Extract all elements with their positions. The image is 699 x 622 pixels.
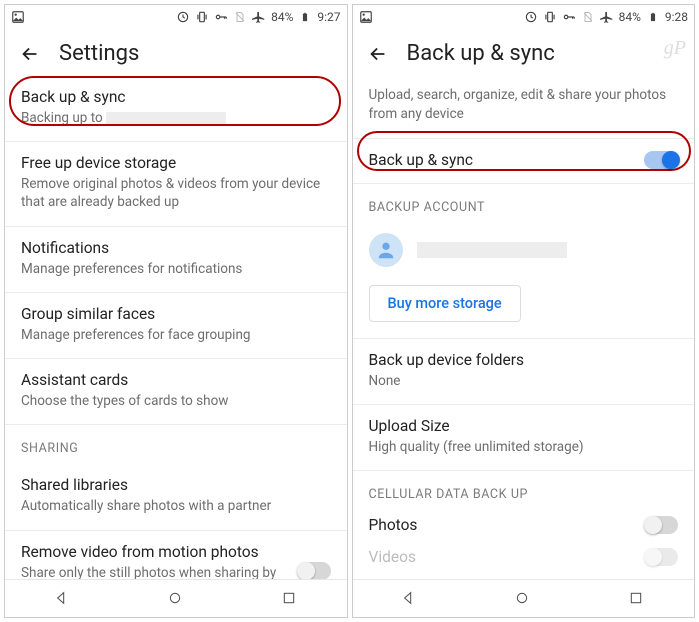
- row-title: Group similar faces: [21, 305, 331, 323]
- airplane-icon: [600, 10, 614, 24]
- no-sim-icon: [233, 10, 247, 24]
- clock-time: 9:27: [317, 10, 340, 24]
- row-title: Back up device folders: [369, 351, 679, 369]
- row-subtitle: Manage preferences for notifications: [21, 260, 331, 278]
- row-subtitle: Backing up to: [21, 109, 331, 127]
- row-title: Notifications: [21, 239, 331, 257]
- nav-home-icon[interactable]: [167, 590, 185, 608]
- row-title: Assistant cards: [21, 371, 331, 389]
- image-icon: [11, 10, 25, 24]
- buy-more-storage-button[interactable]: Buy more storage: [369, 285, 521, 322]
- row-notifications[interactable]: Notifications Manage preferences for not…: [5, 227, 347, 293]
- phone-left: 84% 9:27 Settings Back up & sync Backing…: [4, 4, 348, 618]
- row-subtitle: Share only the still photos when sharing…: [21, 564, 285, 579]
- section-cellular: CELLULAR DATA BACK UP: [353, 471, 695, 510]
- settings-list: Back up & sync Backing up to Free up dev…: [5, 76, 347, 579]
- backup-sync-content: Upload, search, organize, edit & share y…: [353, 76, 695, 579]
- row-subtitle: Remove original photos & videos from you…: [21, 175, 331, 211]
- nav-back-icon[interactable]: [53, 590, 71, 608]
- row-subtitle: None: [369, 372, 679, 390]
- phone-right: gP 84% 9:28 Back up & sync Upload, searc…: [352, 4, 696, 618]
- status-bar: 84% 9:27: [5, 5, 347, 29]
- back-arrow-icon[interactable]: [19, 43, 41, 65]
- row-cellular-photos[interactable]: Photos: [353, 510, 695, 544]
- row-subtitle: Choose the types of cards to show: [21, 392, 331, 410]
- row-device-folders[interactable]: Back up device folders None: [353, 339, 695, 405]
- row-title: Free up device storage: [21, 154, 331, 172]
- row-subtitle: Manage preferences for face grouping: [21, 326, 331, 344]
- row-subtitle: Automatically share photos with a partne…: [21, 497, 331, 515]
- row-backup-toggle[interactable]: Back up & sync: [353, 139, 695, 184]
- backup-prefix: Backing up to: [21, 110, 103, 126]
- app-bar: Back up & sync: [353, 29, 695, 76]
- vibrate-icon: [195, 10, 209, 24]
- toggle-cellular-photos[interactable]: [644, 516, 678, 534]
- row-shared-libraries[interactable]: Shared libraries Automatically share pho…: [5, 464, 347, 530]
- avatar: [369, 233, 403, 267]
- row-title: Shared libraries: [21, 476, 331, 494]
- nav-back-icon[interactable]: [400, 590, 418, 608]
- redacted-account: [106, 112, 226, 125]
- photos-label: Photos: [369, 516, 418, 534]
- battery-icon: [298, 10, 312, 24]
- page-title: Back up & sync: [407, 41, 555, 66]
- row-title: Back up & sync: [21, 88, 331, 106]
- page-title: Settings: [59, 41, 139, 66]
- no-sim-icon: [581, 10, 595, 24]
- nav-recent-icon[interactable]: [628, 590, 646, 608]
- toggle-backup-sync[interactable]: [644, 151, 678, 169]
- battery-percent: 84%: [619, 10, 641, 24]
- row-upload-size[interactable]: Upload Size High quality (free unlimited…: [353, 405, 695, 471]
- row-assistant-cards[interactable]: Assistant cards Choose the types of card…: [5, 359, 347, 425]
- section-sharing: SHARING: [5, 425, 347, 464]
- row-remove-video[interactable]: Remove video from motion photos Share on…: [5, 531, 347, 579]
- sync-icon: [524, 10, 538, 24]
- key-icon: [562, 10, 576, 24]
- airplane-icon: [252, 10, 266, 24]
- row-title: Remove video from motion photos: [21, 543, 285, 561]
- vibrate-icon: [543, 10, 557, 24]
- nav-bar: [353, 579, 695, 617]
- nav-home-icon[interactable]: [514, 590, 532, 608]
- redacted-email: [417, 242, 567, 258]
- image-icon: [359, 10, 373, 24]
- clock-time: 9:28: [665, 10, 688, 24]
- key-icon: [214, 10, 228, 24]
- status-bar: 84% 9:28: [353, 5, 695, 29]
- watermark: gP: [664, 37, 686, 60]
- toggle-remove-video[interactable]: [297, 562, 331, 579]
- section-backup-account: BACKUP ACCOUNT: [353, 184, 695, 223]
- row-backup-sync[interactable]: Back up & sync Backing up to: [5, 76, 347, 142]
- nav-bar: [5, 579, 347, 617]
- row-account[interactable]: [353, 223, 695, 279]
- row-cellular-videos: Videos: [353, 544, 695, 579]
- nav-recent-icon[interactable]: [281, 590, 299, 608]
- toggle-cellular-videos: [644, 548, 678, 566]
- sync-icon: [176, 10, 190, 24]
- backup-toggle-label: Back up & sync: [369, 151, 474, 169]
- back-arrow-icon[interactable]: [367, 43, 389, 65]
- app-bar: Settings: [5, 29, 347, 76]
- page-subtitle: Upload, search, organize, edit & share y…: [353, 76, 695, 139]
- battery-icon: [646, 10, 660, 24]
- battery-percent: 84%: [271, 10, 293, 24]
- row-title: Upload Size: [369, 417, 679, 435]
- row-free-storage[interactable]: Free up device storage Remove original p…: [5, 142, 347, 226]
- row-group-faces[interactable]: Group similar faces Manage preferences f…: [5, 293, 347, 359]
- row-subtitle: High quality (free unlimited storage): [369, 438, 679, 456]
- videos-label: Videos: [369, 548, 416, 566]
